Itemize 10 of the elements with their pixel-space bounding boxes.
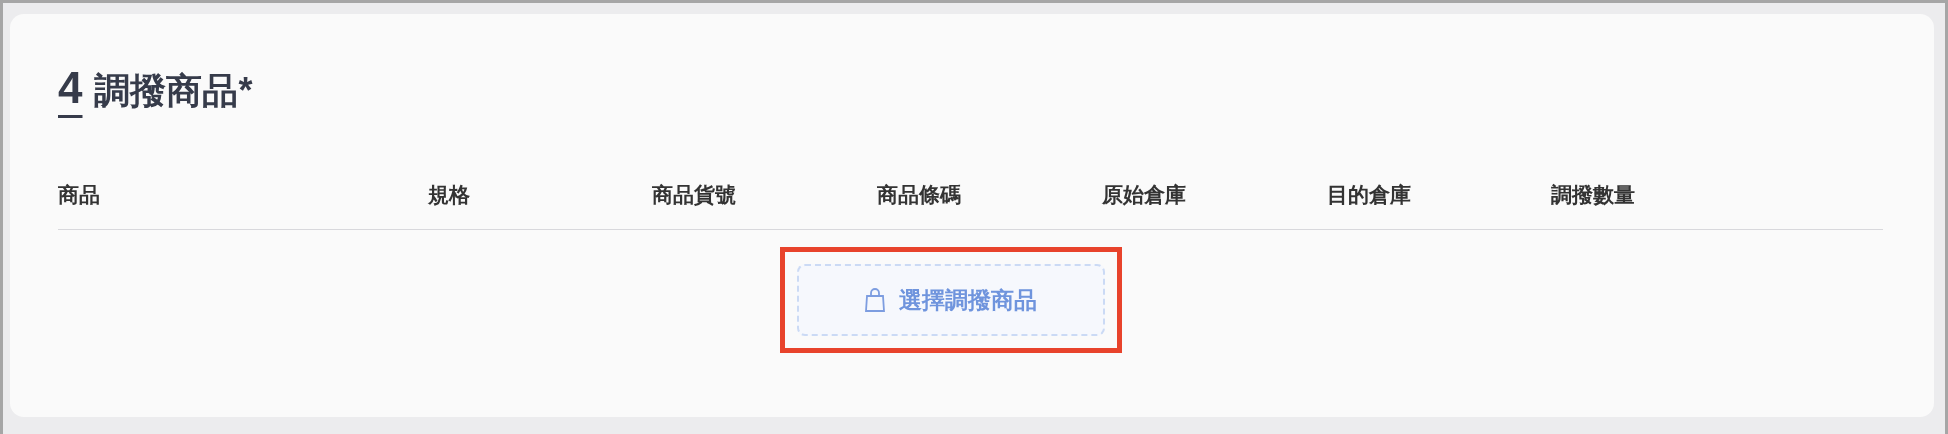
- column-header: 原始倉庫: [1102, 181, 1186, 208]
- select-products-button[interactable]: 選擇調撥商品: [796, 264, 1105, 336]
- column-header: 商品: [58, 181, 100, 208]
- shopping-bag-icon: [864, 287, 885, 313]
- column-header: 目的倉庫: [1327, 181, 1411, 208]
- column-header: 商品條碼: [877, 181, 961, 208]
- column-header: 商品貨號: [652, 181, 736, 208]
- column-header: 規格: [428, 181, 470, 208]
- column-header: 調撥數量: [1551, 181, 1635, 208]
- section-title: 調撥商品*: [94, 73, 253, 109]
